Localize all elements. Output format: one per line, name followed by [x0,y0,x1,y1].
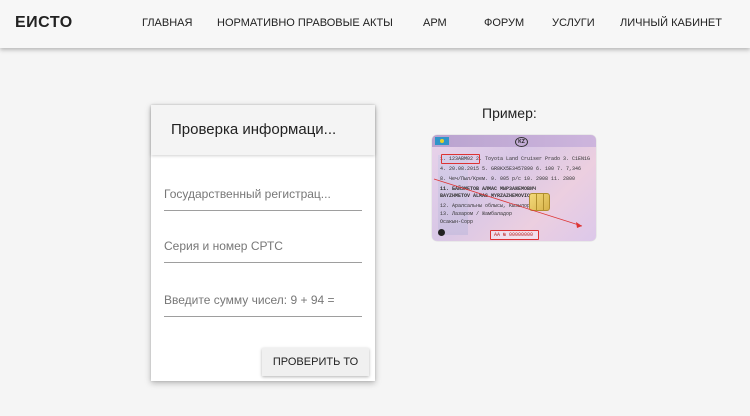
nav-item-legal-acts[interactable]: НОРМАТИВНО ПРАВОВЫЕ АКТЫ [217,17,393,29]
nav-item-main[interactable]: ГЛАВНАЯ [142,17,192,29]
card-title: Проверка информаци... [171,121,337,138]
nav-item-forum[interactable]: ФОРУМ [484,17,524,29]
inspection-check-card: Проверка информаци... ПРОВЕРИТЬ ТО [151,105,375,381]
main-nav: ГЛАВНАЯ НОРМАТИВНО ПРАВОВЫЕ АКТЫ АРМ ФОР… [0,17,750,33]
srts-number-input[interactable] [164,234,362,263]
registration-number-input[interactable] [164,182,362,211]
top-navigation-bar: ЕИСТО ГЛАВНАЯ НОРМАТИВНО ПРАВОВЫЕ АКТЫ А… [0,0,750,48]
check-inspection-button[interactable]: ПРОВЕРИТЬ ТО [262,348,369,376]
nav-item-services[interactable]: УСЛУГИ [552,17,595,29]
nav-item-personal-cabinet[interactable]: ЛИЧНЫЙ КАБИНЕТ [620,17,722,29]
pointer-arrow-icon [433,178,583,228]
nav-item-arm[interactable]: АРМ [423,17,447,29]
example-label: Пример: [482,105,537,121]
captcha-sum-input[interactable] [164,288,362,317]
example-registration-certificate-image: KZ 1. 123ABM02 2. Toyota Land Cruiser Pr… [432,135,596,241]
card-header: Проверка информаци... [151,105,375,155]
